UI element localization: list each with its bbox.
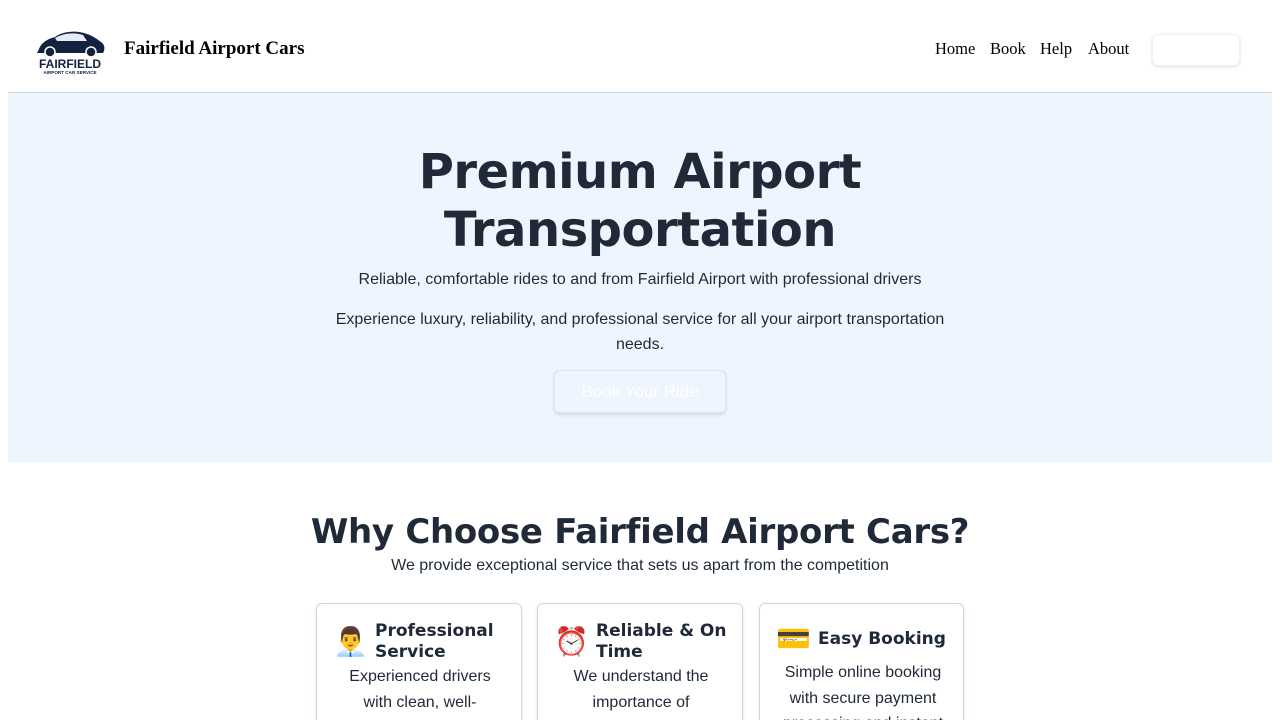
feature-card-title: Easy Booking [818, 629, 946, 649]
hero-description: Experience luxury, reliability, and prof… [335, 311, 945, 353]
features-subtitle: We provide exceptional service that sets… [391, 557, 889, 574]
nav-link-book[interactable]: Book [990, 39, 1026, 59]
site-header: FAIRFIELD AIRPORT CAR SERVICE Fairfield … [8, 8, 1272, 93]
feature-card-easy-booking: 💳 Easy Booking Simple online booking wit… [759, 603, 964, 720]
logo-wordmark: FAIRFIELD [39, 57, 101, 71]
feature-card-text: We understand the importance of [573, 668, 709, 711]
feature-card-text: Simple online booking with secure paymen… [783, 664, 943, 720]
hero-section: Premium Airport Transportation Reliable,… [8, 93, 1272, 462]
nav-link-about[interactable]: About [1088, 39, 1129, 59]
feature-card-text: Experienced drivers with clean, well- [349, 668, 491, 711]
logo-tagline: AIRPORT CAR SERVICE [43, 70, 96, 75]
hero-subtitle: Reliable, comfortable rides to and from … [358, 271, 922, 288]
car-logo-icon [37, 31, 105, 58]
alarm-clock-icon: ⏰ [554, 626, 589, 657]
header-action-button[interactable] [1152, 34, 1240, 66]
hero-title-line-1: Premium Airport [418, 144, 862, 200]
brand-logo[interactable]: FAIRFIELD AIRPORT CAR SERVICE [33, 27, 107, 75]
features-title: Why Choose Fairfield Airport Cars? [310, 512, 970, 552]
hero-title: Premium Airport Transportation [8, 143, 1272, 259]
brand-name[interactable]: Fairfield Airport Cars [124, 38, 304, 60]
hero-title-line-2: Transportation [443, 202, 837, 258]
driver-icon: 👨‍💼 [333, 626, 368, 657]
feature-card-title: Reliable & On Time [596, 621, 727, 662]
feature-card-title: Professional Service [375, 621, 494, 662]
nav-link-help[interactable]: Help [1040, 39, 1072, 59]
book-your-ride-button[interactable]: Book Your Ride [554, 370, 726, 413]
nav-link-home[interactable]: Home [935, 39, 975, 59]
feature-card-reliable-on-time: ⏰ Reliable & On Time We understand the i… [537, 603, 743, 720]
feature-card-professional-service: 👨‍💼 Professional Service Experienced dri… [316, 603, 522, 720]
credit-card-icon: 💳 [776, 623, 811, 654]
